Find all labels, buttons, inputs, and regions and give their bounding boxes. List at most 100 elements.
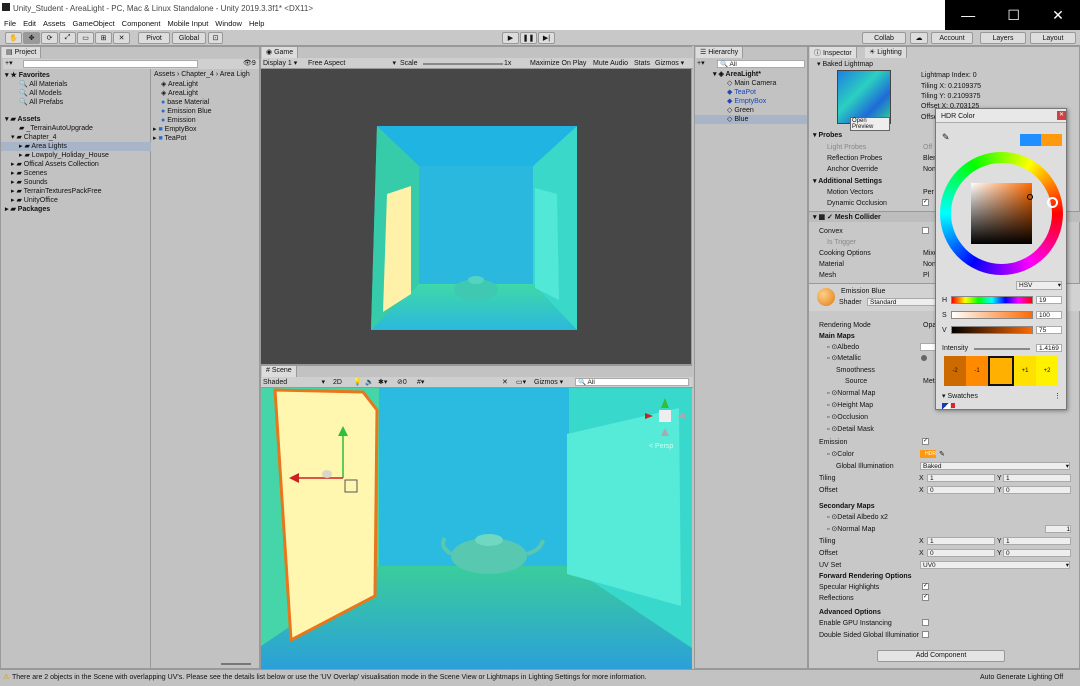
camera-icon[interactable]: ▭▾ xyxy=(516,378,526,387)
shading-dropdown[interactable]: Shaded ▾ xyxy=(263,378,325,387)
file-item[interactable]: ● Emission xyxy=(161,116,196,125)
folder-item[interactable]: ▸ ▰ Area Lights xyxy=(19,142,67,151)
tiling2-y-input[interactable]: 1 xyxy=(1003,537,1071,545)
layers-dropdown[interactable]: Layers xyxy=(980,32,1026,44)
move-tool-icon[interactable]: ✥ xyxy=(23,32,40,44)
scale-tool-icon[interactable]: ⤢ xyxy=(59,32,76,44)
2d-toggle[interactable]: 2D xyxy=(333,378,342,387)
normal-scale-input[interactable]: 1 xyxy=(1045,525,1071,533)
breadcrumb[interactable]: Assets › Chapter_4 › Area Ligh xyxy=(154,70,250,79)
menu-help[interactable]: Help xyxy=(249,19,264,28)
effects-toggle-icon[interactable]: ✱▾ xyxy=(378,378,387,387)
tab-hierarchy[interactable]: ☰ Hierarchy xyxy=(696,47,744,58)
normal-map2-label[interactable]: ▫ ⊙Normal Map xyxy=(827,525,875,534)
eyedropper-icon[interactable]: ✎ xyxy=(942,133,950,142)
detail-albedo-label[interactable]: ▫ ⊙Detail Albedo x2 xyxy=(827,513,888,522)
tiling-x-input[interactable]: 1 xyxy=(927,474,995,482)
game-gizmos-button[interactable]: Gizmos ▾ xyxy=(655,59,684,68)
offset2-y-input[interactable]: 0 xyxy=(1003,549,1071,557)
hue-cursor[interactable] xyxy=(1047,197,1058,208)
fav-all-materials[interactable]: 🔍 All Materials xyxy=(19,80,67,89)
eyedropper-icon[interactable]: ✎ xyxy=(939,450,945,459)
baked-lightmap-header[interactable]: ▾ Baked Lightmap xyxy=(817,60,873,69)
sv-cursor[interactable] xyxy=(1027,194,1033,200)
assets-folder[interactable]: ▾ ▰ Assets xyxy=(5,115,41,124)
gpu-instancing-checkbox[interactable] xyxy=(922,619,929,626)
offset2-x-input[interactable]: 0 xyxy=(927,549,995,557)
scene-search-input[interactable]: 🔍 All xyxy=(575,378,689,386)
color-mode-dropdown[interactable]: HSV ▾ xyxy=(1016,281,1062,290)
dynamic-occlusion-checkbox[interactable]: ✓ xyxy=(922,199,929,206)
tools-icon[interactable]: ✕ xyxy=(502,378,508,387)
add-component-button[interactable]: Add Component xyxy=(877,650,1005,662)
play-button[interactable]: ▶ xyxy=(502,32,519,44)
swatch-preset[interactable] xyxy=(942,403,950,409)
folder-item[interactable]: ▸ ▰ Lowpoly_Holiday_House xyxy=(19,151,109,160)
tab-inspector[interactable]: ⓘ Inspector xyxy=(810,47,857,58)
custom-tool-icon[interactable]: ✕ xyxy=(113,32,130,44)
folder-item[interactable]: ▸ ▰ UnityOffice xyxy=(11,196,58,205)
packages-folder[interactable]: ▸ ▰ Packages xyxy=(5,205,50,214)
menu-window[interactable]: Window xyxy=(215,19,242,28)
persp-label[interactable]: < Persp xyxy=(649,442,673,451)
exposure-stop-plus1[interactable]: +1 xyxy=(1014,356,1036,386)
add-icon[interactable]: +▾ xyxy=(5,59,13,68)
stats-button[interactable]: Stats xyxy=(634,59,650,68)
uv-set-dropdown[interactable]: UV0 ▾ xyxy=(920,561,1070,569)
pause-button[interactable]: ❚❚ xyxy=(520,32,537,44)
value-slider[interactable] xyxy=(951,326,1033,334)
hierarchy-item[interactable]: ◇ Blue xyxy=(727,115,748,124)
exposure-stop-plus2[interactable]: +2 xyxy=(1036,356,1058,386)
rotate-tool-icon[interactable]: ⟳ xyxy=(41,32,58,44)
hierarchy-item[interactable]: ◇ Green xyxy=(727,106,754,115)
collab-button[interactable]: Collab xyxy=(862,32,906,44)
menu-gameobject[interactable]: GameObject xyxy=(73,19,115,28)
detail-mask-label[interactable]: ▫ ⊙Detail Mask xyxy=(827,425,874,434)
s-input[interactable]: 100 xyxy=(1036,311,1062,319)
folder-item[interactable]: ▾ ▰ Chapter_4 xyxy=(11,133,57,142)
intensity-slider[interactable] xyxy=(974,348,1030,350)
menu-file[interactable]: File xyxy=(4,19,16,28)
saturation-slider[interactable] xyxy=(951,311,1033,319)
folder-item[interactable]: ▸ ▰ TerrainTexturesPackFree xyxy=(11,187,101,196)
hierarchy-item[interactable]: ◇ Main Camera xyxy=(727,79,776,88)
favorites-label[interactable]: ▾ ★ Favorites xyxy=(5,71,50,80)
snap-icon[interactable]: ⊡ xyxy=(208,32,223,44)
emission-hdr-color[interactable]: HDR xyxy=(920,450,936,458)
status-warning-text[interactable]: There are 2 objects in the Scene with ov… xyxy=(12,673,647,682)
saturation-value-square[interactable] xyxy=(971,183,1032,244)
normal-map-label[interactable]: ▫ ⊙Normal Map xyxy=(827,389,875,398)
folder-item[interactable]: ▸ ▰ Sounds xyxy=(11,178,48,187)
minimize-button[interactable]: — xyxy=(961,7,975,23)
layout-dropdown[interactable]: Layout xyxy=(1030,32,1076,44)
global-button[interactable]: Global xyxy=(172,32,206,44)
scene-gizmos-button[interactable]: Gizmos ▾ xyxy=(534,378,563,387)
maximize-on-play-button[interactable]: Maximize On Play xyxy=(530,59,586,68)
hierarchy-item[interactable]: ◆ EmptyBox xyxy=(727,97,766,106)
scale-slider[interactable] xyxy=(423,63,503,65)
tab-project[interactable]: ▤ Project xyxy=(2,47,42,58)
open-preview-button[interactable]: Open Preview xyxy=(850,117,890,131)
step-button[interactable]: ▶| xyxy=(538,32,555,44)
hand-tool-icon[interactable]: ✋ xyxy=(5,32,22,44)
display-dropdown[interactable]: Display 1 ▾ xyxy=(263,59,297,68)
exposure-stop-current[interactable] xyxy=(988,356,1014,386)
tab-scene[interactable]: # Scene xyxy=(262,366,297,377)
shader-dropdown[interactable]: Standard xyxy=(867,298,937,306)
aspect-dropdown[interactable]: Free Aspect ▾ xyxy=(308,59,396,68)
file-item[interactable]: ▸ ■ EmptyBox xyxy=(153,125,197,134)
hierarchy-search-input[interactable]: 🔍 All xyxy=(717,60,805,68)
fav-all-models[interactable]: 🔍 All Models xyxy=(19,89,62,98)
additional-settings-header[interactable]: ▾ Additional Settings xyxy=(813,177,882,186)
height-map-label[interactable]: ▫ ⊙Height Map xyxy=(827,401,873,410)
double-sided-gi-checkbox[interactable] xyxy=(922,631,929,638)
metallic-slider[interactable] xyxy=(921,355,927,361)
folder-item[interactable]: ▸ ▰ Offical Assets Collection xyxy=(11,160,99,169)
cloud-icon[interactable]: ☁ xyxy=(910,32,928,44)
specular-highlights-checkbox[interactable]: ✓ xyxy=(922,583,929,590)
scene-root[interactable]: ▾ ◈ AreaLight* xyxy=(713,70,761,79)
probes-header[interactable]: ▾ Probes xyxy=(813,131,842,140)
folder-item[interactable]: ▸ ▰ Scenes xyxy=(11,169,47,178)
material-value[interactable]: Non xyxy=(923,260,936,269)
tiling-y-input[interactable]: 1 xyxy=(1003,474,1071,482)
